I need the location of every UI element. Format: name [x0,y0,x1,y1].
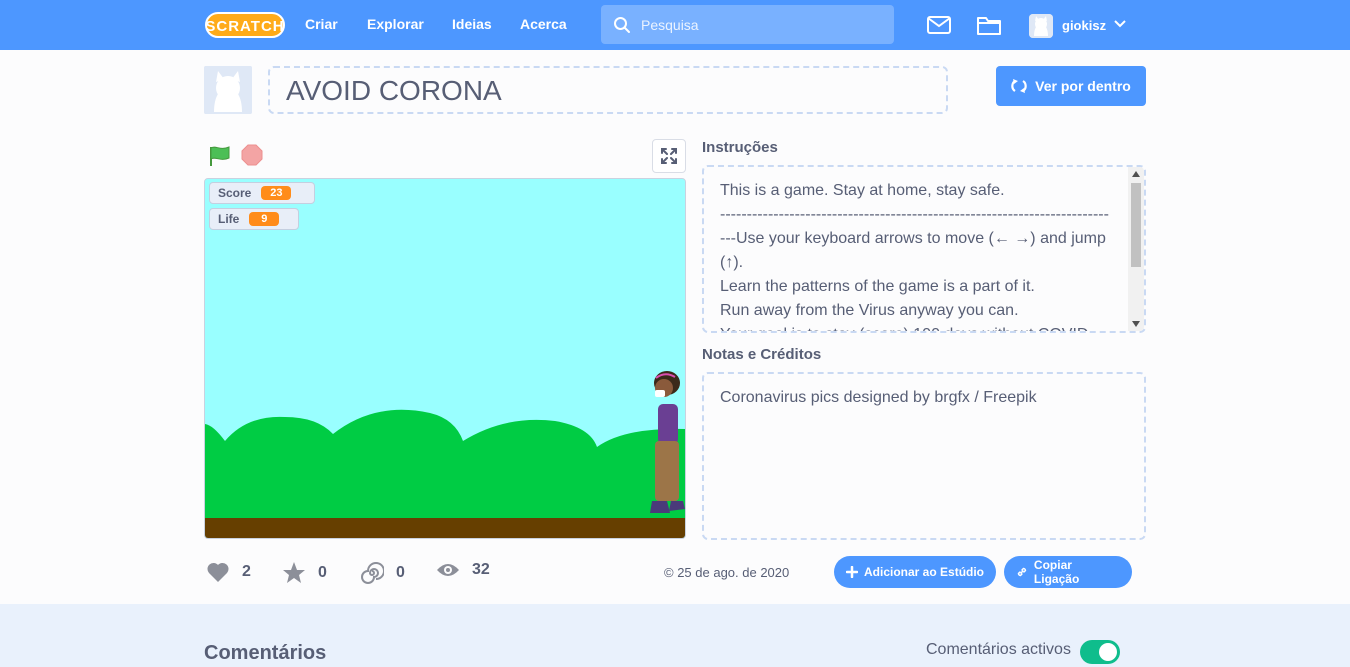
svg-text:SCRATCH: SCRATCH [205,18,284,35]
loves-stat[interactable]: 2 [206,561,251,583]
remix-spiral-icon [361,562,384,584]
copy-link-label: Copiar Ligação [1033,558,1080,586]
instructions-box[interactable]: This is a game. Stay at home, stay safe.… [702,165,1146,333]
add-to-studio-button[interactable]: Adicionar ao Estúdio [834,556,996,588]
remix-arrows-icon [1011,79,1027,93]
scroll-down-arrow-icon[interactable] [1132,321,1140,327]
link-icon [1017,567,1027,577]
comments-toggle[interactable] [1080,640,1120,664]
stage-scene [205,179,685,538]
scratch-logo[interactable]: SCRATCH [205,10,285,40]
heart-icon[interactable] [206,561,230,583]
comments-section [0,604,1350,667]
instructions-text: This is a game. Stay at home, stay safe.… [720,182,1109,331]
username[interactable]: giokisz [1062,18,1106,33]
remixes-count: 0 [396,564,405,581]
life-monitor: Life 9 [209,208,299,230]
share-date-text: 25 de ago. de 2020 [677,565,790,580]
my-stuff-folder-icon[interactable] [977,15,1001,35]
share-date: © 25 de ago. de 2020 [664,565,790,580]
notes-text: Coronavirus pics designed by brgfx / Fre… [720,389,1037,406]
score-monitor: Score 23 [209,182,315,204]
green-flag-icon[interactable] [208,145,232,167]
user-avatar[interactable] [1029,14,1053,38]
add-to-studio-label: Adicionar ao Estúdio [864,565,985,579]
notes-heading: Notas e Créditos [702,346,822,363]
scrollbar-thumb[interactable] [1131,183,1141,267]
chevron-down-icon[interactable] [1114,20,1126,28]
instructions-scrollbar[interactable] [1128,167,1144,331]
nav-about[interactable]: Acerca [520,16,567,32]
scroll-up-arrow-icon[interactable] [1132,171,1140,177]
eye-icon [437,564,459,576]
fullscreen-icon [661,148,677,164]
plus-icon [846,566,858,578]
comments-heading: Comentários [204,642,327,664]
remixes-stat: 0 [360,561,405,585]
views-count: 32 [472,561,490,578]
stop-icon[interactable] [241,144,263,166]
search-icon [614,17,630,33]
see-inside-label: Ver por dentro [1035,78,1131,94]
search-input[interactable] [641,15,881,35]
instructions-heading: Instruções [702,139,778,156]
see-inside-button[interactable]: Ver por dentro [996,66,1146,106]
score-monitor-value: 23 [261,186,292,200]
life-monitor-value: 9 [249,212,280,226]
project-stage[interactable]: Score 23 Life 9 [204,178,686,539]
notes-box[interactable]: Coronavirus pics designed by brgfx / Fre… [702,372,1146,540]
comments-toggle-label: Comentários activos [926,641,1071,658]
copy-link-button[interactable]: Copiar Ligação [1004,556,1132,588]
loves-count: 2 [242,563,251,580]
project-author-avatar[interactable] [204,66,252,114]
toggle-knob [1099,643,1117,661]
messages-icon[interactable] [927,16,951,34]
search-box [601,5,894,44]
favorites-count: 0 [318,564,327,581]
fullscreen-button[interactable] [652,139,686,173]
nav-explore[interactable]: Explorar [367,16,424,32]
score-monitor-label: Score [218,186,252,200]
project-title[interactable]: AVOID CORONA [268,66,948,114]
nav-create[interactable]: Criar [305,16,338,32]
top-nav: SCRATCH Criar Explorar Ideias Acerca gio… [0,0,1350,50]
life-monitor-label: Life [218,212,240,226]
favorites-stat[interactable]: 0 [282,561,327,585]
star-icon[interactable] [282,561,306,585]
nav-ideas[interactable]: Ideias [452,16,492,32]
views-stat: 32 [436,561,490,579]
